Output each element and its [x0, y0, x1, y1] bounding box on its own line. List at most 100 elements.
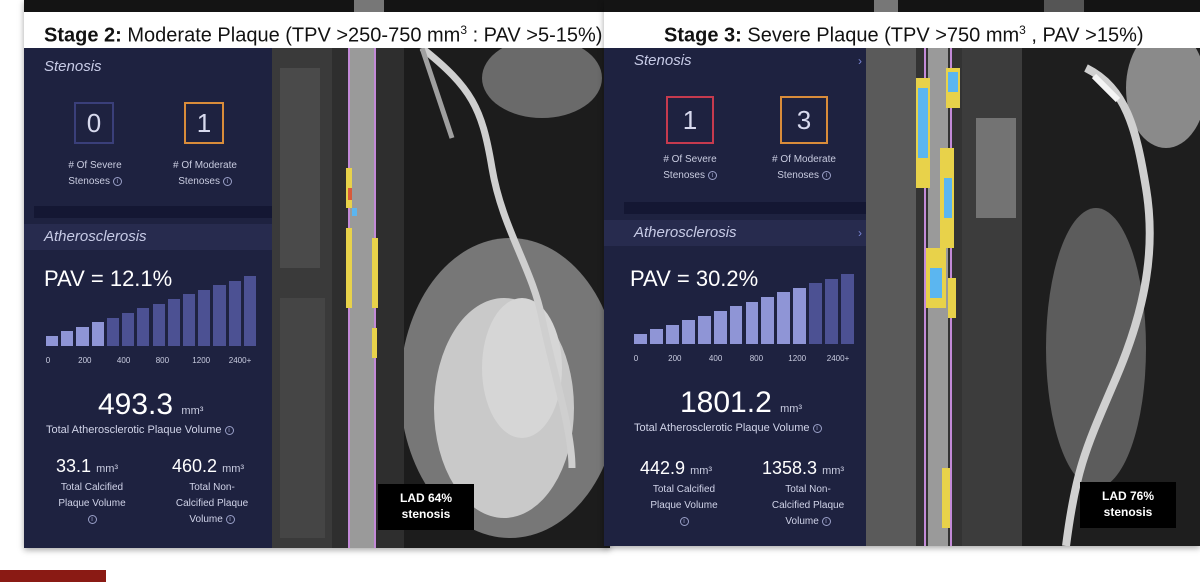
scale-bar: [713, 310, 727, 344]
lad-stenosis-label: LAD 64% stenosis: [378, 484, 474, 530]
scale-tick-label: 1200: [788, 354, 807, 363]
scale-bar: [106, 317, 120, 346]
info-icon[interactable]: i: [112, 176, 122, 186]
scale-tick-label: 800: [749, 354, 764, 363]
scale-tick-label: 200: [668, 354, 682, 363]
scale-bar: [809, 283, 823, 344]
slide: Stage 2: Moderate Plaque (TPV >250-750 m…: [0, 0, 1200, 582]
scale-bar: [697, 315, 711, 344]
plaque-volume-scale: [46, 276, 256, 346]
label-text: Total Atherosclerotic Plaque Volume: [634, 422, 810, 434]
scale-tick-label: 2400+: [228, 356, 252, 365]
scale-tick-label: 800: [155, 356, 170, 365]
info-icon[interactable]: i: [225, 514, 235, 524]
scale-bar: [61, 331, 74, 346]
label-line: Total Calcified: [60, 482, 124, 493]
total-value: 493.3: [98, 388, 174, 421]
scale-bar: [167, 299, 180, 346]
total-plaque-label: Total Atherosclerotic Plaque Volume i: [46, 424, 234, 436]
superscript: 3: [460, 23, 468, 37]
atherosclerosis-header: Atherosclerosis: [24, 224, 272, 250]
scale-tick-label: 0: [633, 354, 639, 363]
total-value: 1801.2: [680, 386, 772, 419]
calcified-volume: 33.1 mm³: [56, 456, 118, 477]
lad-line: LAD 64%: [399, 491, 452, 505]
scale-bar: [729, 306, 743, 344]
lad-line: stenosis: [401, 507, 451, 521]
label-line: Calcified Plaque: [771, 500, 845, 511]
moderate-stenoses-count: 3: [780, 96, 828, 144]
scale-bar: [76, 326, 89, 346]
stage-title-text: Severe Plaque (TPV >750 mm: [747, 24, 1020, 47]
scale-bar: [745, 301, 759, 344]
moderate-stenoses-label: # Of Moderate Stenoses i: [759, 152, 849, 184]
noncalcified-value: 1358.3: [762, 458, 818, 478]
stenosis-header: Stenosis: [24, 54, 272, 80]
lad-line: LAD 76%: [1101, 489, 1154, 503]
scale-bar: [665, 324, 679, 344]
info-icon[interactable]: i: [812, 423, 822, 433]
label-line: Plaque Volume: [58, 498, 126, 509]
chevron-right-icon[interactable]: ›: [858, 48, 862, 74]
plaque-volume-scale: [634, 274, 854, 344]
atherosclerosis-header: Atherosclerosis ›: [604, 220, 866, 246]
stage-title-bold: Stage 2:: [44, 24, 122, 47]
atherosclerosis-header-text: Atherosclerosis: [44, 228, 147, 245]
stage-title-text-2: : PAV >5-15%): [467, 24, 603, 47]
calcified-volume: 442.9 mm³: [640, 458, 712, 479]
scale-bar: [122, 312, 135, 346]
noncalcified-label: Total Non- Calcified Plaque Volume i: [162, 480, 262, 528]
stage-3-title: Stage 3: Severe Plaque (TPV >750 mm3 , P…: [604, 12, 1200, 48]
scale-tick-label: 2400+: [826, 354, 850, 363]
scale-bar: [793, 287, 807, 344]
unit: mm³: [96, 463, 119, 475]
top-image-strip: [24, 0, 610, 12]
scale-bar: [46, 336, 59, 346]
scale-bar: [243, 276, 256, 346]
stenosis-header-text: Stenosis: [44, 58, 102, 75]
label-line: # Of Severe: [68, 160, 122, 171]
scale-tick-label: 200: [78, 356, 92, 365]
scale-bar: [152, 303, 165, 346]
info-icon[interactable]: i: [821, 170, 831, 180]
total-plaque-volume: 493.3 mm³: [98, 388, 203, 422]
scale-bar: [228, 280, 241, 346]
info-icon[interactable]: i: [821, 516, 831, 526]
scale-tick-label: 400: [116, 356, 131, 365]
info-icon[interactable]: i: [707, 170, 717, 180]
calcified-label: Total Calcified Plaque Volume i: [634, 482, 734, 530]
ct-image-stage-3: LAD 76% stenosis: [866, 48, 1200, 546]
scale-bar: [634, 334, 647, 344]
label-line: Total Non-: [189, 482, 235, 493]
ct-scan-image: [272, 48, 610, 548]
label-line: # Of Severe: [663, 154, 717, 165]
scale-bar: [182, 294, 196, 346]
scale-bar: [681, 320, 695, 344]
info-icon[interactable]: i: [224, 425, 234, 435]
label-line: # Of Moderate: [772, 154, 836, 165]
info-icon[interactable]: i: [222, 176, 232, 186]
lad-stenosis-label: LAD 76% stenosis: [1080, 482, 1176, 528]
chevron-right-icon[interactable]: ›: [858, 220, 862, 246]
label-line: Plaque Volume: [650, 500, 718, 511]
calcified-value: 33.1: [56, 456, 92, 476]
stage-title-text: Moderate Plaque (TPV >250-750 mm: [127, 24, 461, 47]
noncalcified-value: 460.2: [172, 456, 218, 476]
top-image-strip: [604, 0, 1200, 12]
severe-stenoses-label: # Of Severe Stenoses i: [50, 158, 140, 190]
total-plaque-volume: 1801.2 mm³: [680, 386, 802, 420]
unit: mm³: [690, 465, 713, 477]
footer-accent-bar: [0, 570, 106, 582]
scale-bar: [761, 297, 775, 344]
scale-bar: [198, 289, 211, 346]
stage-title-text-2: , PAV >15%): [1025, 24, 1144, 47]
info-icon[interactable]: i: [679, 516, 689, 526]
moderate-stenoses-count: 1: [184, 102, 224, 144]
scale-bar: [777, 292, 791, 344]
stage-3-panel: Stage 3: Severe Plaque (TPV >750 mm3 , P…: [604, 0, 1200, 546]
moderate-stenoses-label: # Of Moderate Stenoses i: [160, 158, 250, 190]
label-line: Total Non-: [785, 484, 831, 495]
scale-tick-label: 1200: [192, 356, 211, 365]
scale-bar: [137, 308, 150, 346]
info-icon[interactable]: i: [87, 514, 97, 524]
